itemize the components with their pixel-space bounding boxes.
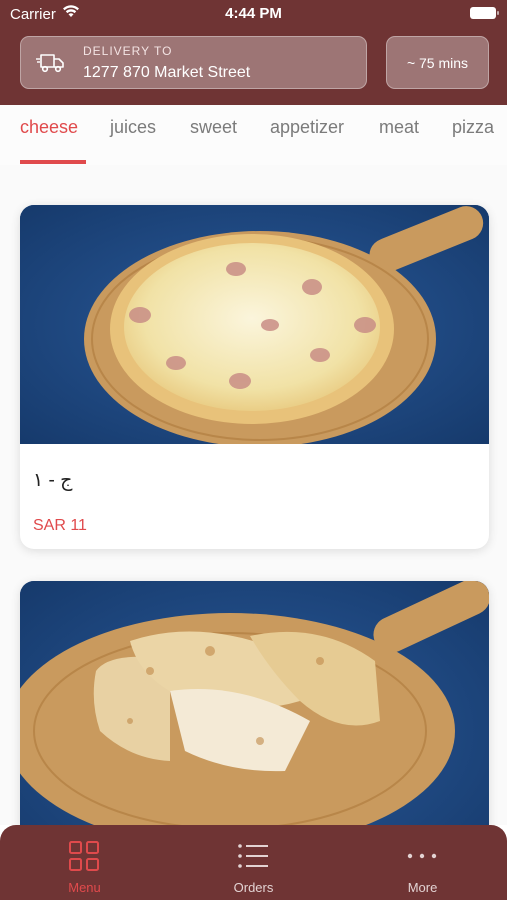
tab-meat[interactable]: meat [379, 117, 419, 138]
eta-label: ~ 75 mins [406, 54, 469, 71]
product-card[interactable] [20, 581, 489, 825]
tab-appetizer[interactable]: appetizer [270, 117, 344, 138]
more-dots-icon [405, 839, 439, 878]
product-price: SAR 11 [33, 517, 87, 534]
delivery-label: DELIVERY TO [83, 44, 173, 58]
tab-juices[interactable]: juices [110, 117, 156, 138]
cheese-pizza-photo [20, 205, 489, 444]
delivery-address-button[interactable]: DELIVERY TO 1277 870 Market Street [20, 36, 367, 89]
category-tabs: cheese juices sweet appetizer meat pizza [0, 105, 507, 165]
delivery-address: 1277 870 Market Street [83, 64, 251, 81]
status-bar: Carrier 4:44 PM [0, 0, 507, 28]
status-time: 4:44 PM [225, 5, 282, 22]
nav-menu-label: Menu [68, 880, 101, 895]
tab-cheese[interactable]: cheese [20, 117, 78, 138]
nav-orders-tab[interactable]: Orders [169, 825, 338, 900]
battery-icon [470, 7, 499, 19]
tab-sweet[interactable]: sweet [190, 117, 237, 138]
grid-icon [67, 839, 101, 878]
bottom-tab-bar: Menu Orders More [0, 825, 507, 900]
active-tab-indicator [20, 160, 86, 164]
nav-more-tab[interactable]: More [338, 825, 507, 900]
tab-pizza[interactable]: pizza [452, 117, 494, 138]
delivery-eta-button[interactable]: ~ 75 mins [386, 36, 489, 89]
nav-more-label: More [407, 880, 438, 895]
nav-orders-label: Orders [233, 880, 274, 895]
app-header: Carrier 4:44 PM DELIVERY TO 1277 870 Mar… [0, 0, 507, 105]
product-list[interactable]: ج - ١ SAR 11 [0, 165, 507, 825]
delivery-truck-icon [36, 52, 66, 79]
list-icon [236, 839, 270, 878]
cheese-fatayer-photo [20, 581, 489, 825]
nav-menu-tab[interactable]: Menu [0, 825, 169, 900]
product-name: ج - ١ [33, 470, 73, 491]
product-card[interactable]: ج - ١ SAR 11 [20, 205, 489, 549]
